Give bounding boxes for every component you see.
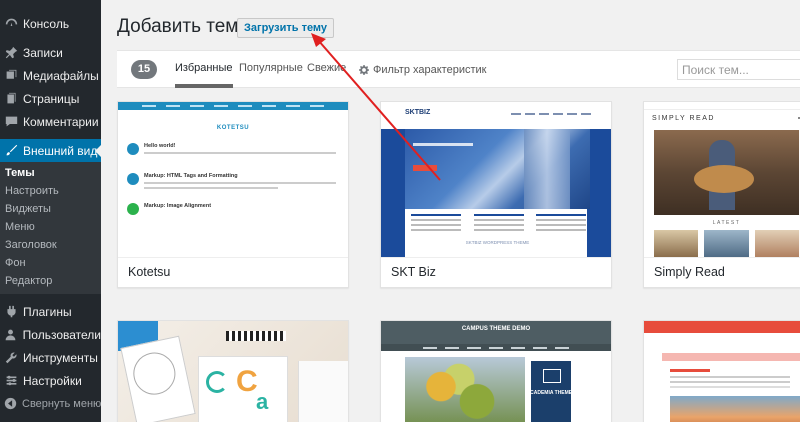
preview-side-band: [381, 129, 405, 257]
theme-search-input[interactable]: [677, 59, 800, 80]
sidebar-item-label: Медиафайлы: [23, 68, 99, 83]
theme-screenshot[interactable]: [644, 321, 800, 422]
theme-name: Simply Read: [644, 257, 800, 287]
admin-sidebar: Консоль Записи Медиафайлы Страницы Комме…: [0, 0, 101, 422]
sidebar-top-spacer: [0, 0, 101, 12]
preview-site-title: KOTETSU: [216, 125, 250, 131]
tools-icon: [4, 351, 18, 365]
sidebar-item-dashboard[interactable]: Консоль: [0, 12, 101, 35]
submenu-item-editor[interactable]: Редактор: [0, 272, 101, 290]
sidebar-item-media[interactable]: Медиафайлы: [0, 64, 101, 87]
preview-logo: SIMPLY READ: [652, 115, 715, 122]
preview-footer-text: SKTBIZ WORDPRESS THEME: [465, 240, 530, 245]
submenu-item-customize[interactable]: Настроить: [0, 182, 101, 200]
preview-post-title: Hello world!: [144, 143, 176, 149]
preview-hero-image: [670, 396, 800, 422]
feature-filter-label: Фильтр характеристик: [373, 63, 487, 76]
preview-header: SKTBIZ: [381, 102, 611, 129]
sidebar-item-comments[interactable]: Комментарии: [0, 110, 101, 133]
theme-screenshot[interactable]: KOTETSU Hello world! Markup: HTML Tags a…: [118, 102, 348, 257]
sidebar-item-settings[interactable]: Настройки: [0, 369, 101, 392]
preview-nav: [118, 102, 348, 110]
theme-card[interactable]: [643, 320, 800, 422]
settings-icon: [4, 374, 18, 388]
theme-filter-bar: 15 Избранные Популярные Свежие Фильтр ха…: [117, 50, 800, 88]
theme-card-skt-biz[interactable]: SKTBIZ SKTBIZ WORDPRESS THEME SKT Biz: [380, 101, 612, 288]
gear-icon: [359, 64, 369, 75]
sidebar-item-tools[interactable]: Инструменты: [0, 346, 101, 369]
preview-post-title: Markup: Image Alignment: [144, 203, 212, 209]
preview-hero-image: [405, 129, 590, 209]
preview-columns: [411, 214, 586, 234]
preview-hero-image: [405, 357, 525, 422]
preview-latest-heading: LATEST: [712, 220, 741, 226]
sidebar-item-label: Внешний вид: [23, 143, 98, 158]
preview-post-title: Markup: HTML Tags and Formatting: [144, 173, 238, 179]
sidebar-item-label: Комментарии: [23, 114, 99, 129]
preview-post: Markup: Image Alignment: [127, 203, 336, 221]
theme-card-campus[interactable]: CAMPUS THEME DEMO ACADEMIA THEMES: [380, 320, 612, 422]
preview-thumbnails: [654, 230, 799, 257]
sidebar-item-posts[interactable]: Записи: [0, 41, 101, 64]
theme-card-kotetsu[interactable]: KOTETSU Hello world! Markup: HTML Tags a…: [117, 101, 349, 288]
sidebar-item-appearance[interactable]: Внешний вид: [0, 139, 101, 162]
sidebar-item-label: Записи: [23, 45, 63, 60]
sidebar-item-plugins[interactable]: Плагины: [0, 300, 101, 323]
theme-screenshot[interactable]: SKTBIZ SKTBIZ WORDPRESS THEME: [381, 102, 611, 257]
dashboard-icon: [4, 17, 18, 31]
theme-screenshot[interactable]: C a: [118, 321, 348, 422]
tab-popular[interactable]: Популярные: [239, 51, 303, 88]
users-icon: [4, 328, 18, 342]
sidebar-item-label: Инструменты: [23, 350, 98, 365]
preview-logo-mark: [206, 371, 228, 393]
collapse-menu-button[interactable]: Свернуть меню: [0, 392, 101, 415]
submenu-item-themes[interactable]: Темы: [0, 164, 101, 182]
pages-icon: [4, 92, 18, 106]
preview-hero-image: [654, 130, 799, 215]
media-icon: [4, 69, 18, 83]
theme-card-simply-read[interactable]: SIMPLY READ LATEST Simply Read: [643, 101, 800, 288]
page-title: Добавить темы: [117, 16, 253, 37]
main-content: Добавить темы Загрузить тему 15 Избранны…: [101, 0, 800, 422]
comments-icon: [4, 115, 18, 129]
preview-logo-letter: C: [236, 365, 258, 398]
preview-post: Hello world!: [127, 143, 336, 161]
preview-logo: SKTBIZ: [405, 109, 431, 116]
appearance-brush-icon: [4, 144, 18, 158]
submenu-item-widgets[interactable]: Виджеты: [0, 200, 101, 218]
collapse-menu-label: Свернуть меню: [22, 397, 102, 410]
theme-count-badge: 15: [131, 60, 157, 79]
sidebar-item-users[interactable]: Пользователи: [0, 323, 101, 346]
tab-latest[interactable]: Свежие: [307, 51, 346, 88]
preview-side-band: [587, 129, 611, 257]
submenu-item-menus[interactable]: Меню: [0, 218, 101, 236]
submenu-item-background[interactable]: Фон: [0, 254, 101, 272]
theme-screenshot[interactable]: CAMPUS THEME DEMO ACADEMIA THEMES: [381, 321, 611, 422]
sidebar-item-label: Страницы: [23, 91, 80, 106]
sidebar-item-label: Пользователи: [22, 327, 101, 342]
tab-featured[interactable]: Избранные: [175, 51, 233, 88]
theme-screenshot[interactable]: SIMPLY READ LATEST: [644, 102, 800, 257]
plugins-icon: [4, 305, 18, 319]
submenu-item-header[interactable]: Заголовок: [0, 236, 101, 254]
theme-name: SKT Biz: [381, 257, 611, 287]
preview-post: Markup: HTML Tags and Formatting: [127, 173, 336, 191]
sidebar-item-label: Плагины: [23, 304, 72, 319]
theme-name: Kotetsu: [118, 257, 348, 287]
theme-card[interactable]: C a: [117, 320, 349, 422]
preview-logo-letter: a: [256, 389, 269, 414]
sidebar-item-pages[interactable]: Страницы: [0, 87, 101, 110]
sidebar-item-label: Консоль: [23, 16, 70, 31]
pin-icon: [4, 46, 18, 60]
appearance-submenu: Темы Настроить Виджеты Меню Заголовок Фо…: [0, 162, 101, 294]
sidebar-item-label: Настройки: [23, 373, 82, 388]
feature-filter-button[interactable]: Фильтр характеристик: [359, 51, 486, 88]
preview-badge-label: ACADEMIA THEMES: [526, 390, 576, 396]
upload-theme-button[interactable]: Загрузить тему: [237, 18, 335, 38]
collapse-arrow-icon: [4, 397, 17, 411]
